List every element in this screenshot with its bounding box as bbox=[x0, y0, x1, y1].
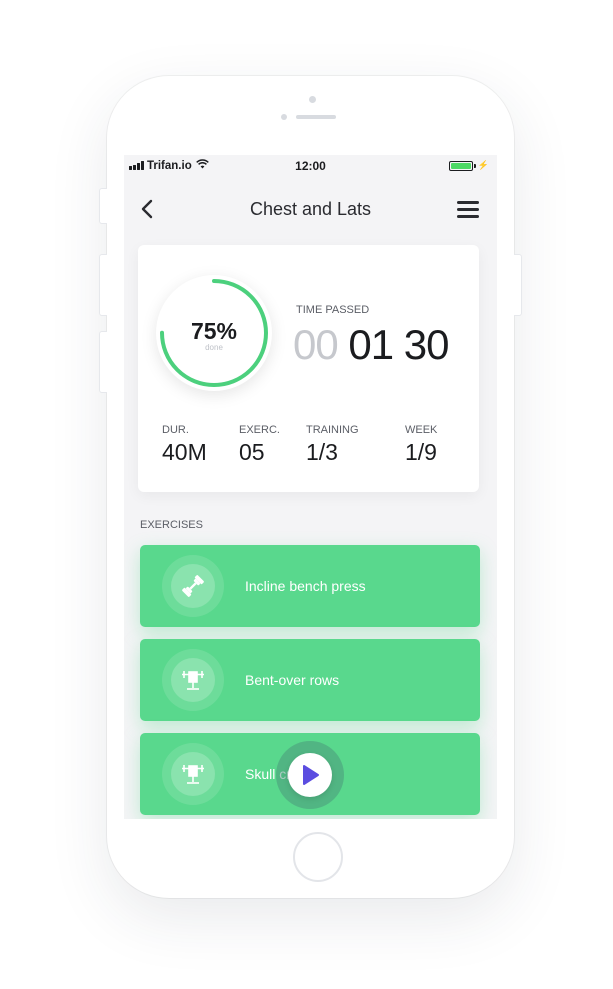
exercise-item[interactable]: Bent-over rows bbox=[140, 639, 480, 721]
play-icon bbox=[303, 765, 319, 785]
time-minutes: 01 bbox=[348, 321, 394, 368]
battery-icon: ⚡ bbox=[448, 160, 489, 171]
stat-value: 1/3 bbox=[306, 439, 338, 465]
time-seconds: 30 bbox=[403, 321, 450, 368]
barbell-machine-icon bbox=[171, 752, 215, 796]
stat-label: DUR. bbox=[162, 424, 189, 436]
mute-switch bbox=[99, 188, 107, 224]
proximity-sensor bbox=[281, 114, 287, 120]
stat-value: 1/9 bbox=[405, 439, 437, 465]
page-title: Chest and Lats bbox=[249, 199, 372, 219]
app-screen: Trifan.io 12:00 ⚡ Chest and Lats 75% don… bbox=[124, 155, 497, 819]
dumbbell-icon bbox=[171, 564, 215, 608]
exercise-name: Incline bench press bbox=[245, 578, 366, 594]
nav-bar: Chest and Lats bbox=[124, 191, 497, 227]
exercises-section-label: EXERCISES bbox=[140, 519, 203, 531]
play-button[interactable] bbox=[276, 741, 344, 809]
barbell-machine-icon bbox=[171, 658, 215, 702]
volume-down-button bbox=[99, 331, 107, 393]
stat-exercises: EXERC. 05 bbox=[239, 424, 280, 466]
stat-label: TRAINING bbox=[306, 424, 359, 436]
front-camera bbox=[309, 96, 316, 103]
time-hours: 00 bbox=[293, 321, 339, 368]
stat-training: TRAINING 1/3 bbox=[306, 424, 359, 466]
progress-percent: 75% bbox=[190, 318, 238, 344]
progress-ring: 75% done bbox=[156, 275, 272, 391]
home-button[interactable] bbox=[293, 832, 343, 882]
progress-sub-label: done bbox=[205, 343, 223, 352]
stat-duration: DUR. 40M bbox=[162, 424, 207, 466]
stat-week: WEEK 1/9 bbox=[405, 424, 437, 466]
exercise-name: Bent-over rows bbox=[245, 672, 340, 688]
time-passed-value: 00 01 30 bbox=[293, 321, 449, 369]
hamburger-menu-icon bbox=[457, 201, 479, 204]
status-bar: Trifan.io 12:00 ⚡ bbox=[124, 155, 497, 177]
charging-icon: ⚡ bbox=[477, 160, 489, 170]
time-passed-label: TIME PASSED bbox=[296, 304, 370, 316]
power-button bbox=[514, 254, 522, 316]
stat-label: EXERC. bbox=[239, 424, 280, 436]
stat-value: 40M bbox=[162, 439, 207, 465]
menu-button[interactable] bbox=[457, 201, 479, 218]
workout-summary-card: 75% done TIME PASSED 00 01 30 DUR. 40M E… bbox=[138, 245, 479, 492]
stat-value: 05 bbox=[239, 439, 265, 465]
status-time: 12:00 bbox=[295, 159, 326, 173]
stat-label: WEEK bbox=[405, 424, 438, 436]
exercise-item[interactable]: Incline bench press bbox=[140, 545, 480, 627]
volume-up-button bbox=[99, 254, 107, 316]
earpiece-speaker bbox=[296, 115, 336, 119]
phone-frame: Trifan.io 12:00 ⚡ Chest and Lats 75% don… bbox=[99, 76, 522, 898]
